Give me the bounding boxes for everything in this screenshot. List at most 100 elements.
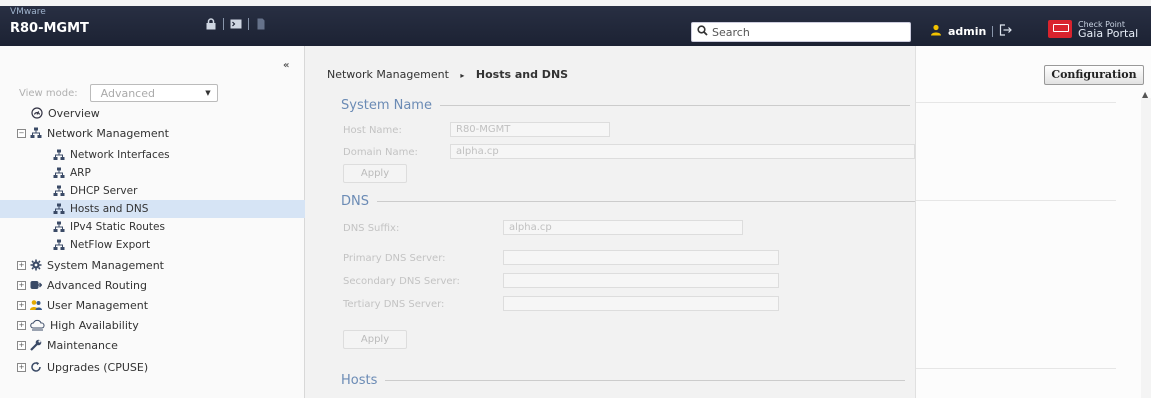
gear-icon bbox=[30, 259, 42, 271]
dns-suffix-field[interactable]: alpha.cp bbox=[503, 220, 743, 235]
primary-dns-field[interactable] bbox=[503, 250, 779, 265]
tertiary-dns-field[interactable] bbox=[503, 296, 779, 311]
user-menu: admin bbox=[930, 24, 1013, 39]
sidebar-item-label: High Availability bbox=[50, 318, 139, 332]
checkpoint-logo-icon bbox=[1048, 20, 1072, 38]
collapse-sidebar-button[interactable]: « bbox=[283, 60, 289, 71]
sidebar-item-maintenance[interactable]: + Maintenance bbox=[0, 336, 317, 354]
sidebar-item-label: User Management bbox=[47, 298, 149, 312]
panel-divider bbox=[916, 200, 1116, 201]
sidebar-item-label: NetFlow Export bbox=[70, 239, 151, 251]
panel-divider bbox=[916, 102, 1116, 103]
domain-name-field[interactable]: alpha.cp bbox=[450, 144, 915, 159]
breadcrumb-parent[interactable]: Network Management bbox=[327, 68, 449, 81]
breadcrumb-current: Hosts and DNS bbox=[475, 68, 569, 81]
header-divider bbox=[248, 18, 249, 30]
header-toolbar bbox=[205, 18, 267, 30]
sidebar-item-high-availability[interactable]: + High Availability bbox=[0, 316, 317, 334]
expand-icon[interactable]: + bbox=[17, 300, 26, 310]
expand-icon[interactable]: + bbox=[17, 320, 26, 330]
sidebar-item-label: DHCP Server bbox=[70, 185, 138, 197]
view-mode-select[interactable]: Advanced ▼ bbox=[89, 84, 218, 102]
brand-logo-area: Check Point Gaia Portal bbox=[1048, 20, 1139, 40]
collapse-icon[interactable]: − bbox=[17, 128, 26, 138]
sidebar-item-advanced-routing[interactable]: + Advanced Routing bbox=[0, 276, 317, 294]
view-mode-label: View mode: bbox=[19, 87, 78, 99]
username-label[interactable]: admin bbox=[948, 25, 986, 38]
network-icon bbox=[30, 127, 42, 139]
sidebar-item-label: Upgrades (CPUSE) bbox=[47, 360, 149, 374]
sidebar-item-network-management[interactable]: − Network Management bbox=[0, 124, 317, 142]
right-panel: Configuration ▲ bbox=[915, 46, 1151, 398]
overview-icon bbox=[31, 107, 43, 119]
sidebar: « View mode: Advanced ▼ Overview − Netwo… bbox=[0, 46, 353, 398]
sidebar-item-hosts-and-dns[interactable]: Hosts and DNS bbox=[0, 200, 353, 218]
apply-dns-button[interactable]: Apply bbox=[343, 330, 407, 349]
scroll-up-icon[interactable]: ▲ bbox=[1142, 90, 1148, 99]
header-divider bbox=[992, 26, 994, 37]
host-name-field[interactable]: R80-MGMT bbox=[450, 122, 610, 137]
search-input[interactable]: Search bbox=[712, 26, 750, 39]
window-top-strip bbox=[0, 0, 1151, 6]
sidebar-item-label: Network Management bbox=[47, 126, 169, 140]
wrench-icon bbox=[30, 339, 42, 351]
view-mode-value: Advanced bbox=[100, 86, 155, 100]
brand-product: Gaia Portal bbox=[1078, 27, 1139, 40]
brand-text: Check Point Gaia Portal bbox=[1078, 20, 1139, 40]
user-icon[interactable] bbox=[930, 24, 942, 39]
section-system-name: System Name bbox=[341, 98, 910, 113]
section-divider bbox=[377, 201, 917, 202]
sidebar-item-label: ARP bbox=[70, 167, 91, 179]
section-divider bbox=[385, 380, 906, 381]
sidebar-item-label: Hosts and DNS bbox=[70, 203, 149, 215]
terminal-icon[interactable] bbox=[230, 18, 242, 30]
domain-name-label: Domain Name: bbox=[343, 147, 418, 158]
search-box[interactable]: Search bbox=[691, 22, 911, 42]
panel-divider bbox=[916, 368, 1116, 369]
expand-icon[interactable]: + bbox=[17, 260, 26, 270]
network-icon bbox=[53, 203, 65, 215]
sidebar-item-dhcp-server[interactable]: DHCP Server bbox=[0, 182, 353, 200]
sidebar-item-arp[interactable]: ARP bbox=[0, 164, 353, 182]
dns-suffix-label: DNS Suffix: bbox=[343, 223, 400, 234]
primary-dns-label: Primary DNS Server: bbox=[343, 253, 446, 264]
logout-icon[interactable] bbox=[999, 24, 1013, 39]
view-mode: View mode: Advanced ▼ bbox=[19, 84, 218, 102]
scrollbar[interactable] bbox=[1141, 98, 1151, 398]
network-icon bbox=[53, 239, 65, 251]
expand-icon[interactable]: + bbox=[17, 280, 26, 290]
sidebar-item-label: Network Interfaces bbox=[70, 149, 170, 161]
network-icon bbox=[53, 185, 65, 197]
secondary-dns-field[interactable] bbox=[503, 273, 779, 288]
apply-system-name-button[interactable]: Apply bbox=[343, 164, 407, 183]
document-icon[interactable] bbox=[255, 18, 267, 30]
header-divider bbox=[223, 18, 224, 30]
section-dns: DNS bbox=[341, 194, 917, 209]
sidebar-item-system-management[interactable]: + System Management bbox=[0, 256, 317, 274]
sidebar-item-ipv4-static-routes[interactable]: IPv4 Static Routes bbox=[0, 218, 353, 236]
search-icon bbox=[697, 25, 708, 39]
sidebar-item-upgrades[interactable]: + Upgrades (CPUSE) bbox=[0, 358, 317, 376]
configuration-button[interactable]: Configuration bbox=[1044, 65, 1144, 85]
section-title: System Name bbox=[341, 98, 432, 113]
sidebar-item-overview[interactable]: Overview bbox=[0, 104, 331, 122]
sidebar-item-label: Advanced Routing bbox=[47, 278, 148, 292]
expand-icon[interactable]: + bbox=[17, 362, 26, 372]
network-icon bbox=[53, 167, 65, 179]
secondary-dns-label: Secondary DNS Server: bbox=[343, 276, 460, 287]
sidebar-item-user-management[interactable]: + User Management bbox=[0, 296, 317, 314]
breadcrumb-separator-icon: ▸ bbox=[460, 71, 465, 80]
section-hosts: Hosts bbox=[341, 373, 906, 388]
lock-icon[interactable] bbox=[205, 18, 217, 30]
expand-icon[interactable]: + bbox=[17, 340, 26, 350]
network-icon bbox=[53, 149, 65, 161]
vendor-label: VMware bbox=[10, 7, 46, 17]
sidebar-item-label: System Management bbox=[47, 258, 164, 272]
network-icon bbox=[53, 221, 65, 233]
sidebar-item-netflow-export[interactable]: NetFlow Export bbox=[0, 236, 353, 254]
host-name-label: Host Name: bbox=[343, 125, 402, 136]
breadcrumb: Network Management ▸ Hosts and DNS bbox=[327, 68, 568, 81]
section-title: DNS bbox=[341, 194, 369, 209]
section-title: Hosts bbox=[341, 373, 378, 388]
sidebar-item-network-interfaces[interactable]: Network Interfaces bbox=[0, 146, 353, 164]
